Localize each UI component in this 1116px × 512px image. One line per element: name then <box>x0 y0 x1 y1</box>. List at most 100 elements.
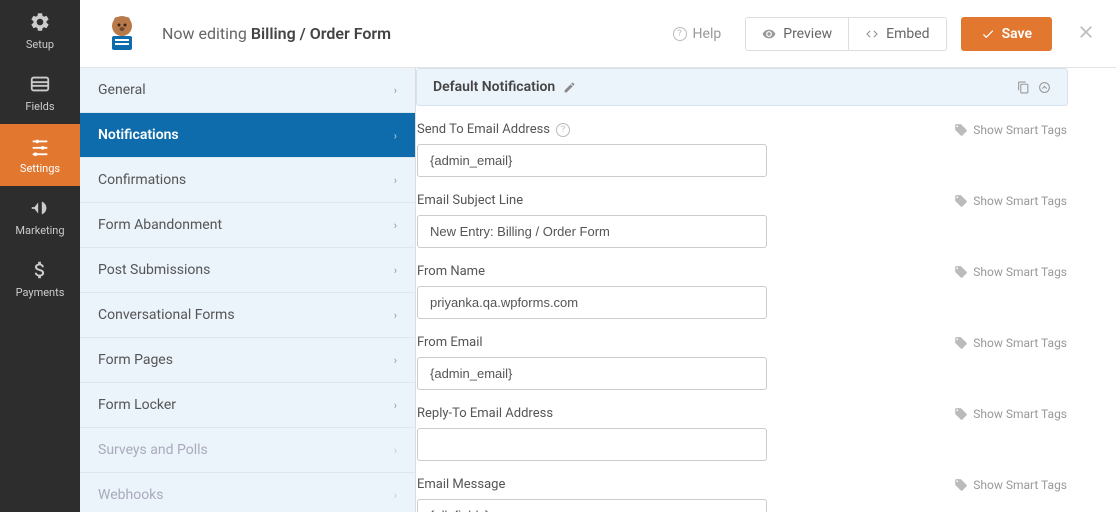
chevron-right-icon: › <box>394 444 397 457</box>
list-icon <box>29 73 51 95</box>
field-message: Email Message Show Smart Tags <box>417 477 1067 512</box>
reply-to-input[interactable] <box>417 428 767 461</box>
smart-tags-label: Show Smart Tags <box>973 336 1067 350</box>
nav-label: Fields <box>25 100 54 113</box>
tag-icon <box>954 407 968 421</box>
chevron-right-icon: › <box>394 354 397 367</box>
nav-payments[interactable]: Payments <box>0 248 80 310</box>
send-to-input[interactable] <box>417 144 767 177</box>
bullhorn-icon <box>29 197 51 219</box>
sidebar-item-surveys-polls[interactable]: Surveys and Polls › <box>80 428 415 473</box>
nav-label: Settings <box>20 162 60 175</box>
tag-icon <box>954 194 968 208</box>
field-label: Email Message <box>417 477 505 492</box>
title-prefix: Now editing <box>162 24 247 43</box>
nav-setup[interactable]: Setup <box>0 0 80 62</box>
chevron-right-icon: › <box>394 399 397 412</box>
from-email-input[interactable] <box>417 357 767 390</box>
sidebar-item-general[interactable]: General › <box>80 68 415 113</box>
sidebar-item-label: Notifications <box>98 127 179 143</box>
sidebar-item-post-submissions[interactable]: Post Submissions › <box>80 248 415 293</box>
from-name-input[interactable] <box>417 286 767 319</box>
help-label: Help <box>693 26 722 42</box>
save-label: Save <box>1002 26 1032 42</box>
pencil-icon[interactable] <box>563 81 576 94</box>
chevron-right-icon: › <box>394 309 397 322</box>
field-from-email: From Email Show Smart Tags <box>417 335 1067 390</box>
field-send-to: Send To Email Address ? Show Smart Tags <box>417 122 1067 177</box>
sidebar-item-label: Form Locker <box>98 397 176 413</box>
embed-button[interactable]: Embed <box>848 18 945 50</box>
field-subject: Email Subject Line Show Smart Tags <box>417 193 1067 248</box>
sidebar-item-form-abandonment[interactable]: Form Abandonment › <box>80 203 415 248</box>
tag-icon <box>954 478 968 492</box>
save-button[interactable]: Save <box>961 17 1052 51</box>
smart-tags-toggle[interactable]: Show Smart Tags <box>954 478 1067 492</box>
copy-icon[interactable] <box>1017 81 1030 94</box>
preview-label: Preview <box>783 26 832 42</box>
nav-marketing[interactable]: Marketing <box>0 186 80 248</box>
smart-tags-toggle[interactable]: Show Smart Tags <box>954 265 1067 279</box>
nav-label: Marketing <box>15 224 64 237</box>
smart-tags-label: Show Smart Tags <box>973 123 1067 137</box>
chevron-right-icon: › <box>394 174 397 187</box>
form-body: Send To Email Address ? Show Smart Tags … <box>416 122 1068 512</box>
preview-embed-group: Preview Embed <box>745 17 946 51</box>
wpforms-logo-icon <box>100 12 144 56</box>
sidebar-item-conversational-forms[interactable]: Conversational Forms › <box>80 293 415 338</box>
tag-icon <box>954 336 968 350</box>
chevron-right-icon: › <box>394 489 397 502</box>
tag-icon <box>954 265 968 279</box>
sidebar-item-form-pages[interactable]: Form Pages › <box>80 338 415 383</box>
field-label: From Email <box>417 335 483 350</box>
field-from-name: From Name Show Smart Tags <box>417 264 1067 319</box>
chevron-right-icon: › <box>394 129 397 142</box>
smart-tags-toggle[interactable]: Show Smart Tags <box>954 194 1067 208</box>
smart-tags-label: Show Smart Tags <box>973 194 1067 208</box>
sidebar-item-label: Form Abandonment <box>98 217 222 233</box>
close-button[interactable] <box>1076 22 1096 46</box>
toolbar-actions: ? Help Preview Embed Save <box>673 17 1096 51</box>
help-tooltip-icon[interactable]: ? <box>556 123 570 137</box>
eye-icon <box>762 27 776 41</box>
sidebar-item-confirmations[interactable]: Confirmations › <box>80 158 415 203</box>
gear-icon <box>29 11 51 33</box>
embed-label: Embed <box>886 26 929 42</box>
preview-button[interactable]: Preview <box>746 18 848 50</box>
collapse-icon[interactable] <box>1038 81 1051 94</box>
panel-title: Default Notification <box>433 79 555 95</box>
nav-settings[interactable]: Settings <box>0 124 80 186</box>
sidebar-item-label: Post Submissions <box>98 262 210 278</box>
top-toolbar: Now editing Billing / Order Form ? Help … <box>80 0 1116 68</box>
title-form-name: Billing / Order Form <box>251 24 391 43</box>
sidebar-item-form-locker[interactable]: Form Locker › <box>80 383 415 428</box>
app-logo <box>100 12 144 56</box>
message-input[interactable] <box>417 499 767 512</box>
help-link[interactable]: ? Help <box>673 26 722 42</box>
field-label: Reply-To Email Address <box>417 406 553 421</box>
sidebar-item-label: Surveys and Polls <box>98 442 208 458</box>
smart-tags-toggle[interactable]: Show Smart Tags <box>954 123 1067 137</box>
sidebar-item-webhooks[interactable]: Webhooks › <box>80 473 415 512</box>
close-icon <box>1076 22 1096 42</box>
page-title: Now editing Billing / Order Form <box>162 24 673 43</box>
nav-rail: Setup Fields Settings Marketing Payments <box>0 0 80 512</box>
smart-tags-label: Show Smart Tags <box>973 265 1067 279</box>
subject-input[interactable] <box>417 215 767 248</box>
smart-tags-label: Show Smart Tags <box>973 407 1067 421</box>
field-label: Send To Email Address <box>417 122 550 137</box>
sidebar-item-label: General <box>98 82 146 98</box>
sidebar-item-label: Conversational Forms <box>98 307 235 323</box>
nav-fields[interactable]: Fields <box>0 62 80 124</box>
sidebar-item-label: Form Pages <box>98 352 173 368</box>
sliders-icon <box>29 135 51 157</box>
smart-tags-toggle[interactable]: Show Smart Tags <box>954 336 1067 350</box>
code-icon <box>865 27 879 41</box>
settings-sidebar: General › Notifications › Confirmations … <box>80 68 416 512</box>
sidebar-item-label: Webhooks <box>98 487 164 503</box>
field-label: Email Subject Line <box>417 193 523 208</box>
smart-tags-label: Show Smart Tags <box>973 478 1067 492</box>
sidebar-item-notifications[interactable]: Notifications › <box>80 113 415 158</box>
smart-tags-toggle[interactable]: Show Smart Tags <box>954 407 1067 421</box>
main-panel: Default Notification Send To Email Addre… <box>416 68 1068 512</box>
